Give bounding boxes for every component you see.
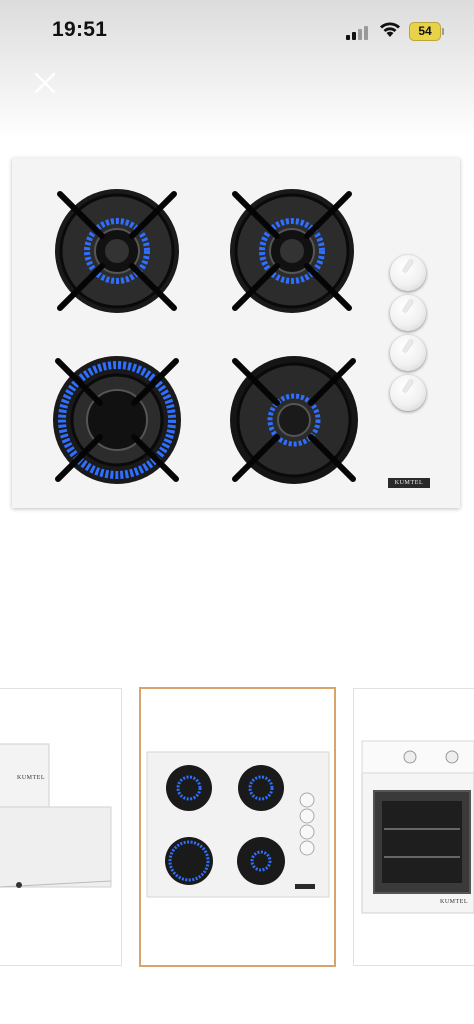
knob-4	[390, 375, 426, 411]
thumbnail-hob-selected[interactable]	[139, 687, 336, 967]
thumbnail-strip: KUMTEL KUMTEL	[0, 687, 474, 967]
thumbnail-brand: KUMTEL	[440, 899, 468, 905]
thumbnail-hood[interactable]: KUMTEL	[0, 688, 122, 966]
burner-top-left	[55, 189, 179, 313]
burner-top-right	[230, 189, 354, 313]
knob-2	[390, 295, 426, 331]
burner-bottom-left	[53, 356, 181, 484]
status-time: 19:51	[52, 18, 108, 41]
main-product-image[interactable]: KUMTEL	[12, 158, 460, 508]
hob-thumbnail-image	[146, 751, 330, 898]
battery-indicator: 54	[409, 22, 444, 41]
thumbnail-oven[interactable]: KUMTEL	[353, 688, 474, 966]
status-bar: 19:51 54	[0, 0, 474, 60]
battery-level: 54	[418, 24, 432, 38]
oven-image	[361, 740, 474, 914]
knob-1	[390, 255, 426, 291]
brand-plate: KUMTEL	[388, 478, 430, 488]
cellular-signal-icon	[346, 24, 372, 40]
thumbnail-brand: KUMTEL	[17, 775, 45, 781]
control-knobs	[380, 253, 450, 423]
wifi-icon	[380, 22, 400, 37]
hood-image	[0, 743, 112, 888]
close-icon	[34, 72, 56, 94]
burner-bottom-right	[230, 356, 358, 484]
close-button[interactable]	[28, 66, 62, 100]
knob-3	[390, 335, 426, 371]
